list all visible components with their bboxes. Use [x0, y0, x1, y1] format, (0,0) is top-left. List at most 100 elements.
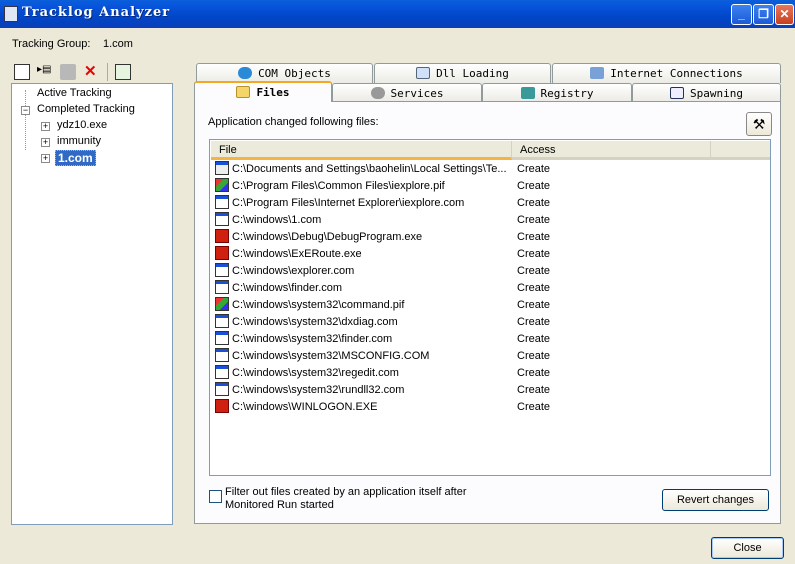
tab-services[interactable]: Services	[332, 83, 482, 101]
file-path: C:\windows\explorer.com	[232, 265, 355, 277]
table-row[interactable]: C:\windows\finder.com Create	[215, 280, 765, 297]
files-list[interactable]: File Access C:\Documents and Settings\ba…	[209, 139, 771, 476]
tab-dll-loading[interactable]: Dll Loading	[374, 63, 551, 83]
pif-file-icon	[215, 178, 229, 192]
table-row[interactable]: C:\Program Files\Common Files\iexplore.p…	[215, 178, 765, 195]
access-type: Create	[517, 163, 551, 175]
revert-changes-button[interactable]: Revert changes	[662, 489, 769, 511]
access-type: Create	[517, 231, 551, 243]
column-header-empty	[711, 141, 770, 160]
stop-icon[interactable]	[60, 64, 76, 80]
files-caption: Application changed following files:	[208, 116, 379, 128]
program-file-icon	[215, 246, 229, 260]
filter-checkbox[interactable]	[209, 490, 222, 503]
window-title: Tracklog Analyzer	[22, 5, 171, 20]
executable-file-icon	[215, 314, 229, 328]
tools-button[interactable]: ⚒	[746, 112, 772, 136]
pif-file-icon	[215, 297, 229, 311]
tree-item-completed-tracking[interactable]: Completed Tracking	[37, 103, 135, 115]
executable-file-icon	[215, 365, 229, 379]
column-header-access[interactable]: Access	[512, 141, 711, 160]
table-row[interactable]: C:\windows\system32\dxdiag.com Create	[215, 314, 765, 331]
tab-spawning[interactable]: Spawning	[632, 83, 781, 101]
table-row[interactable]: C:\windows\system32\rundll32.com Create	[215, 382, 765, 399]
filter-label-line1: Filter out files created by an applicati…	[225, 486, 467, 498]
table-row[interactable]: C:\windows\system32\finder.com Create	[215, 331, 765, 348]
expand-icon[interactable]: +	[41, 154, 50, 163]
access-type: Create	[517, 299, 551, 311]
tree-item-1com[interactable]: 1.com	[55, 150, 96, 166]
gears-icon	[370, 87, 385, 99]
expand-icon[interactable]: +	[41, 122, 50, 131]
toolbar-divider	[107, 63, 108, 81]
table-row[interactable]: C:\windows\explorer.com Create	[215, 263, 765, 280]
file-path: C:\windows\1.com	[232, 214, 322, 226]
file-path: C:\windows\system32\finder.com	[232, 333, 393, 345]
access-type: Create	[517, 384, 551, 396]
tree-view-icon[interactable]	[14, 64, 30, 80]
file-path: C:\windows\finder.com	[232, 282, 343, 294]
maximize-button[interactable]: ❐	[753, 4, 774, 25]
title-bar: Tracklog Analyzer _ ❐ ✕	[0, 0, 795, 28]
tab-registry[interactable]: Registry	[482, 83, 632, 101]
file-path: C:\windows\Debug\DebugProgram.exe	[232, 231, 423, 243]
file-path: C:\Program Files\Common Files\iexplore.p…	[232, 180, 445, 192]
table-row[interactable]: C:\windows\system32\regedit.com Create	[215, 365, 765, 382]
executable-file-icon	[215, 195, 229, 209]
minimize-button[interactable]: _	[731, 4, 752, 25]
access-type: Create	[517, 180, 551, 192]
tree-item-active-tracking[interactable]: Active Tracking	[37, 87, 112, 99]
file-path: C:\Program Files\Internet Explorer\iexpl…	[232, 197, 465, 209]
file-path: C:\windows\ExERoute.exe	[232, 248, 362, 260]
tree-item-immunity[interactable]: immunity	[57, 135, 101, 147]
table-row[interactable]: C:\Program Files\Internet Explorer\iexpl…	[215, 195, 765, 212]
access-type: Create	[517, 350, 551, 362]
tracking-tree[interactable]: Active Tracking − Completed Tracking + y…	[11, 83, 173, 525]
file-path: C:\windows\WINLOGON.EXE	[232, 401, 378, 413]
close-window-button[interactable]: ✕	[775, 4, 794, 25]
tracking-group-value: 1.com	[103, 38, 133, 50]
table-row[interactable]: C:\windows\system32\command.pif Create	[215, 297, 765, 314]
column-header-file[interactable]: File	[211, 141, 512, 160]
close-button[interactable]: Close	[711, 537, 784, 559]
table-row[interactable]: C:\windows\system32\MSCONFIG.COM Create	[215, 348, 765, 365]
expand-icon[interactable]: +	[41, 138, 50, 147]
table-row[interactable]: C:\windows\ExERoute.exe Create	[215, 246, 765, 263]
file-path: C:\windows\system32\regedit.com	[232, 367, 399, 379]
filter-label-line2: Monitored Run started	[225, 499, 334, 511]
hammer-wrench-icon: ⚒	[752, 116, 766, 132]
program-file-icon	[215, 399, 229, 413]
tree-item-ydz10[interactable]: ydz10.exe	[57, 119, 107, 131]
access-type: Create	[517, 333, 551, 345]
executable-file-icon	[215, 331, 229, 345]
file-path: C:\windows\system32\MSCONFIG.COM	[232, 350, 430, 362]
tab-internet-connections[interactable]: Internet Connections	[552, 63, 781, 83]
folder-icon	[236, 86, 251, 98]
globe-icon	[238, 67, 253, 79]
table-row[interactable]: C:\windows\Debug\DebugProgram.exe Create	[215, 229, 765, 246]
table-row[interactable]: C:\Documents and Settings\baohelin\Local…	[215, 161, 765, 178]
collapse-icon[interactable]: −	[21, 106, 30, 115]
executable-file-icon	[215, 212, 229, 226]
tab-files[interactable]: Files	[194, 81, 332, 102]
executable-file-icon	[215, 382, 229, 396]
executable-file-icon	[215, 348, 229, 362]
file-path: C:\Documents and Settings\baohelin\Local…	[232, 163, 507, 175]
access-type: Create	[517, 401, 551, 413]
registry-icon	[520, 87, 535, 99]
tab-com-objects[interactable]: COM Objects	[196, 63, 373, 83]
process-tree-icon	[670, 87, 684, 99]
refresh-icon[interactable]	[115, 64, 131, 80]
executable-file-icon	[215, 280, 229, 294]
table-row[interactable]: C:\windows\1.com Create	[215, 212, 765, 229]
table-row[interactable]: C:\windows\WINLOGON.EXE Create	[215, 399, 765, 416]
file-path: C:\windows\system32\dxdiag.com	[232, 316, 398, 328]
app-icon	[4, 6, 18, 22]
access-type: Create	[517, 282, 551, 294]
access-type: Create	[517, 316, 551, 328]
run-list-icon[interactable]: ▸▤	[37, 64, 55, 80]
program-file-icon	[215, 229, 229, 243]
delete-icon[interactable]: ✕	[84, 64, 100, 80]
access-type: Create	[517, 197, 551, 209]
access-type: Create	[517, 265, 551, 277]
